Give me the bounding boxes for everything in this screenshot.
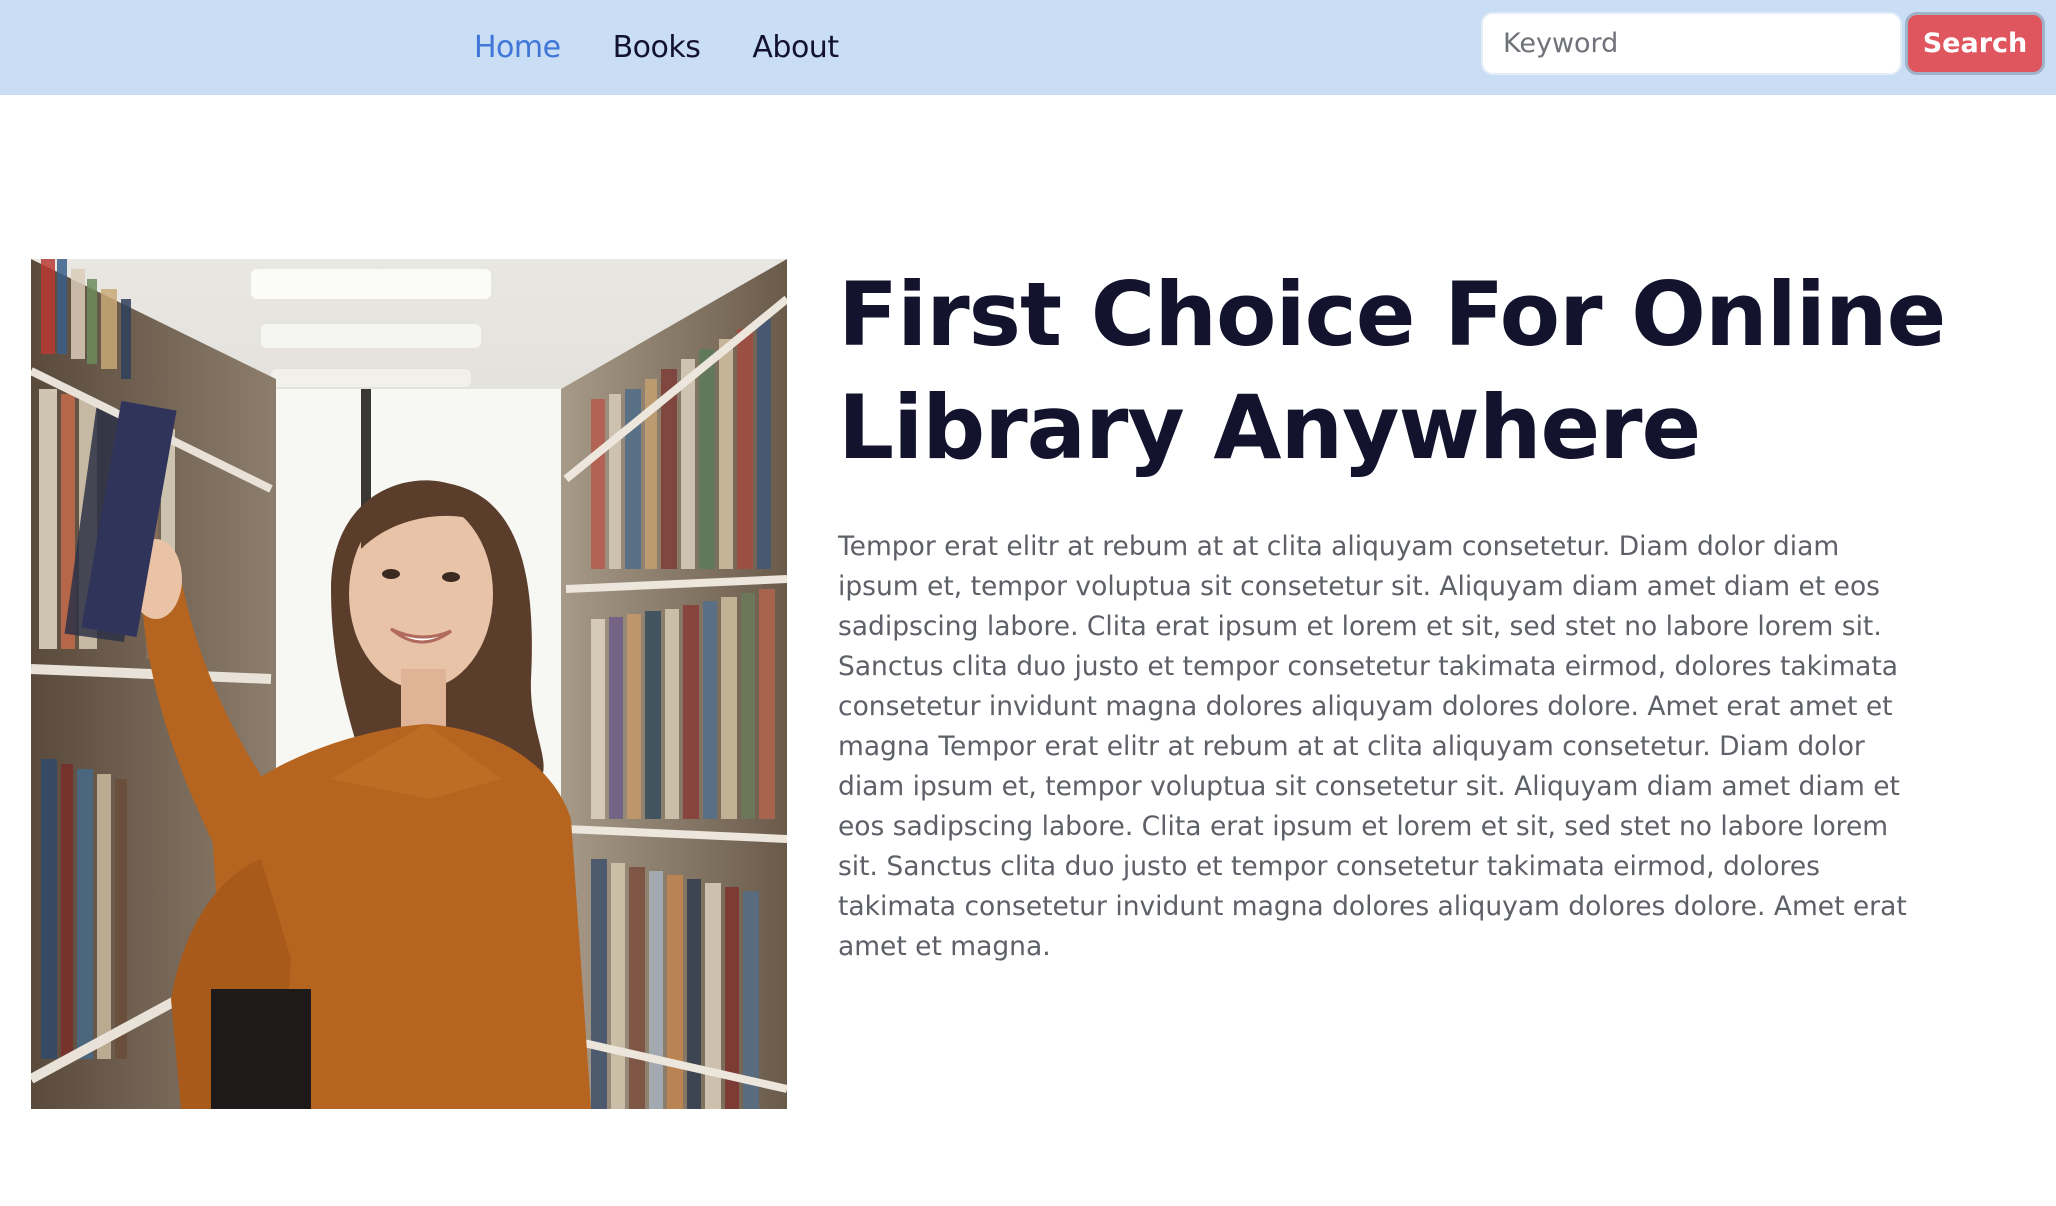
- navbar: Home Books About Search: [0, 0, 2056, 95]
- search-input[interactable]: [1481, 12, 1902, 75]
- nav-link-about[interactable]: About: [752, 30, 839, 65]
- nav-link-books[interactable]: Books: [613, 30, 701, 65]
- nav-link-home[interactable]: Home: [474, 30, 561, 65]
- search-button[interactable]: Search: [1905, 12, 2045, 75]
- hero-paragraph: Tempor erat elitr at rebum at at clita a…: [838, 531, 1907, 962]
- hero-title: First Choice For Online Library Anywhere: [838, 263, 1946, 479]
- hero-image: [31, 259, 787, 1109]
- main-nav: Home Books About: [474, 0, 839, 95]
